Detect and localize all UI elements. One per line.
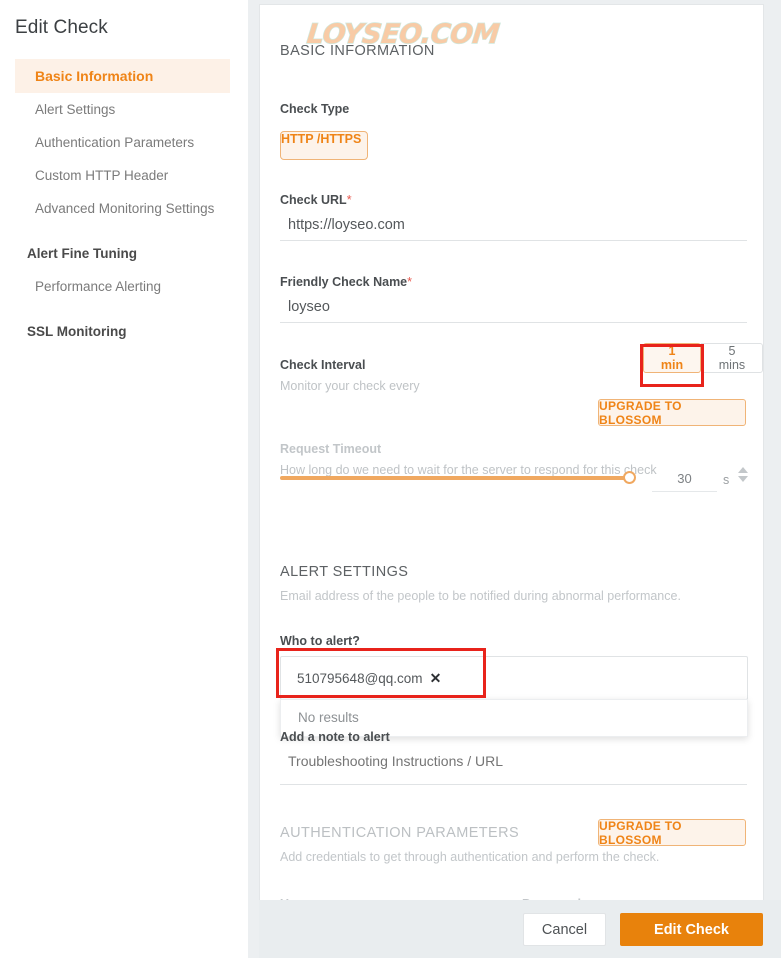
dropdown-no-results: No results: [298, 710, 359, 725]
section-title-authentication-parameters: AUTHENTICATION PARAMETERS: [280, 825, 520, 841]
section-title-alert-settings: ALERT SETTINGS: [280, 564, 409, 580]
who-to-alert-label: Who to alert?: [280, 634, 360, 648]
add-note-textarea[interactable]: [280, 753, 747, 785]
check-interval-option-1min[interactable]: 1 min: [643, 343, 701, 373]
friendly-check-name-input[interactable]: [280, 299, 747, 323]
edit-check-button[interactable]: Edit Check: [620, 913, 763, 946]
stepper-down-icon[interactable]: [738, 476, 748, 482]
friendly-check-name-required-marker: *: [407, 275, 413, 289]
check-url-required-marker: *: [346, 193, 352, 207]
edit-check-form-card: LOYSEO.COM BASIC INFORMATION Check Type …: [259, 4, 764, 901]
sidebar-item-alert-settings[interactable]: Alert Settings: [15, 93, 230, 126]
sidebar-item-advanced-monitoring-settings[interactable]: Advanced Monitoring Settings: [15, 192, 230, 225]
email-tag: 510795648@qq.com ✕: [297, 670, 441, 687]
request-timeout-slider-thumb[interactable]: [623, 471, 636, 484]
check-interval-label: Check Interval: [280, 358, 366, 372]
request-timeout-value-input[interactable]: [652, 471, 717, 492]
sidebar-group-ssl-monitoring: SSL Monitoring: [27, 324, 127, 339]
request-timeout-hint: How long do we need to wait for the serv…: [280, 463, 657, 477]
sidebar-item-basic-information[interactable]: Basic Information: [15, 59, 230, 93]
upgrade-to-blossom-button-auth[interactable]: UPGRADE TO BLOSSOM: [598, 819, 746, 847]
sidebar: Edit Check Basic Information Alert Setti…: [0, 0, 248, 958]
section-title-basic-information: BASIC INFORMATION: [280, 43, 435, 59]
check-interval-option-5mins[interactable]: 5 mins: [700, 343, 763, 373]
sidebar-group-alert-fine-tuning: Alert Fine Tuning: [27, 246, 137, 261]
check-type-label: Check Type: [280, 102, 350, 116]
sidebar-item-custom-http-header[interactable]: Custom HTTP Header: [15, 159, 230, 192]
alert-settings-subtitle: Email address of the people to be notifi…: [280, 589, 681, 603]
sidebar-item-authentication-parameters[interactable]: Authentication Parameters: [15, 126, 230, 159]
email-tag-label: 510795648@qq.com: [297, 671, 423, 686]
add-note-label: Add a note to alert: [280, 730, 390, 744]
check-url-label-text: Check URL: [280, 193, 347, 207]
authentication-parameters-subtitle: Add credentials to get through authentic…: [280, 850, 660, 864]
request-timeout-unit: s: [723, 473, 730, 487]
check-interval-segmented-control: 1 min 5 mins: [643, 343, 763, 373]
friendly-check-name-label: Friendly Check Name*: [280, 275, 412, 289]
upgrade-to-blossom-button-interval[interactable]: UPGRADE TO BLOSSOM: [598, 399, 746, 427]
friendly-check-name-label-text: Friendly Check Name: [280, 275, 408, 289]
edit-check-page: Edit Check Basic Information Alert Setti…: [0, 0, 781, 958]
check-type-http-https-button[interactable]: HTTP /HTTPS: [280, 131, 368, 160]
check-url-input[interactable]: [280, 217, 747, 241]
sidebar-nav: Basic Information Alert Settings Authent…: [15, 59, 230, 348]
request-timeout-label: Request Timeout: [280, 442, 382, 456]
check-interval-hint: Monitor your check every: [280, 379, 420, 393]
stepper-up-icon[interactable]: [738, 467, 748, 473]
form-footer: Cancel Edit Check: [259, 900, 781, 958]
request-timeout-slider-track[interactable]: [280, 476, 632, 480]
sidebar-item-performance-alerting[interactable]: Performance Alerting: [15, 270, 230, 303]
close-icon[interactable]: ✕: [430, 670, 442, 687]
cancel-button[interactable]: Cancel: [523, 913, 606, 946]
request-timeout-stepper[interactable]: [738, 467, 749, 482]
check-url-label: Check URL*: [280, 193, 352, 207]
page-title: Edit Check: [15, 17, 108, 38]
